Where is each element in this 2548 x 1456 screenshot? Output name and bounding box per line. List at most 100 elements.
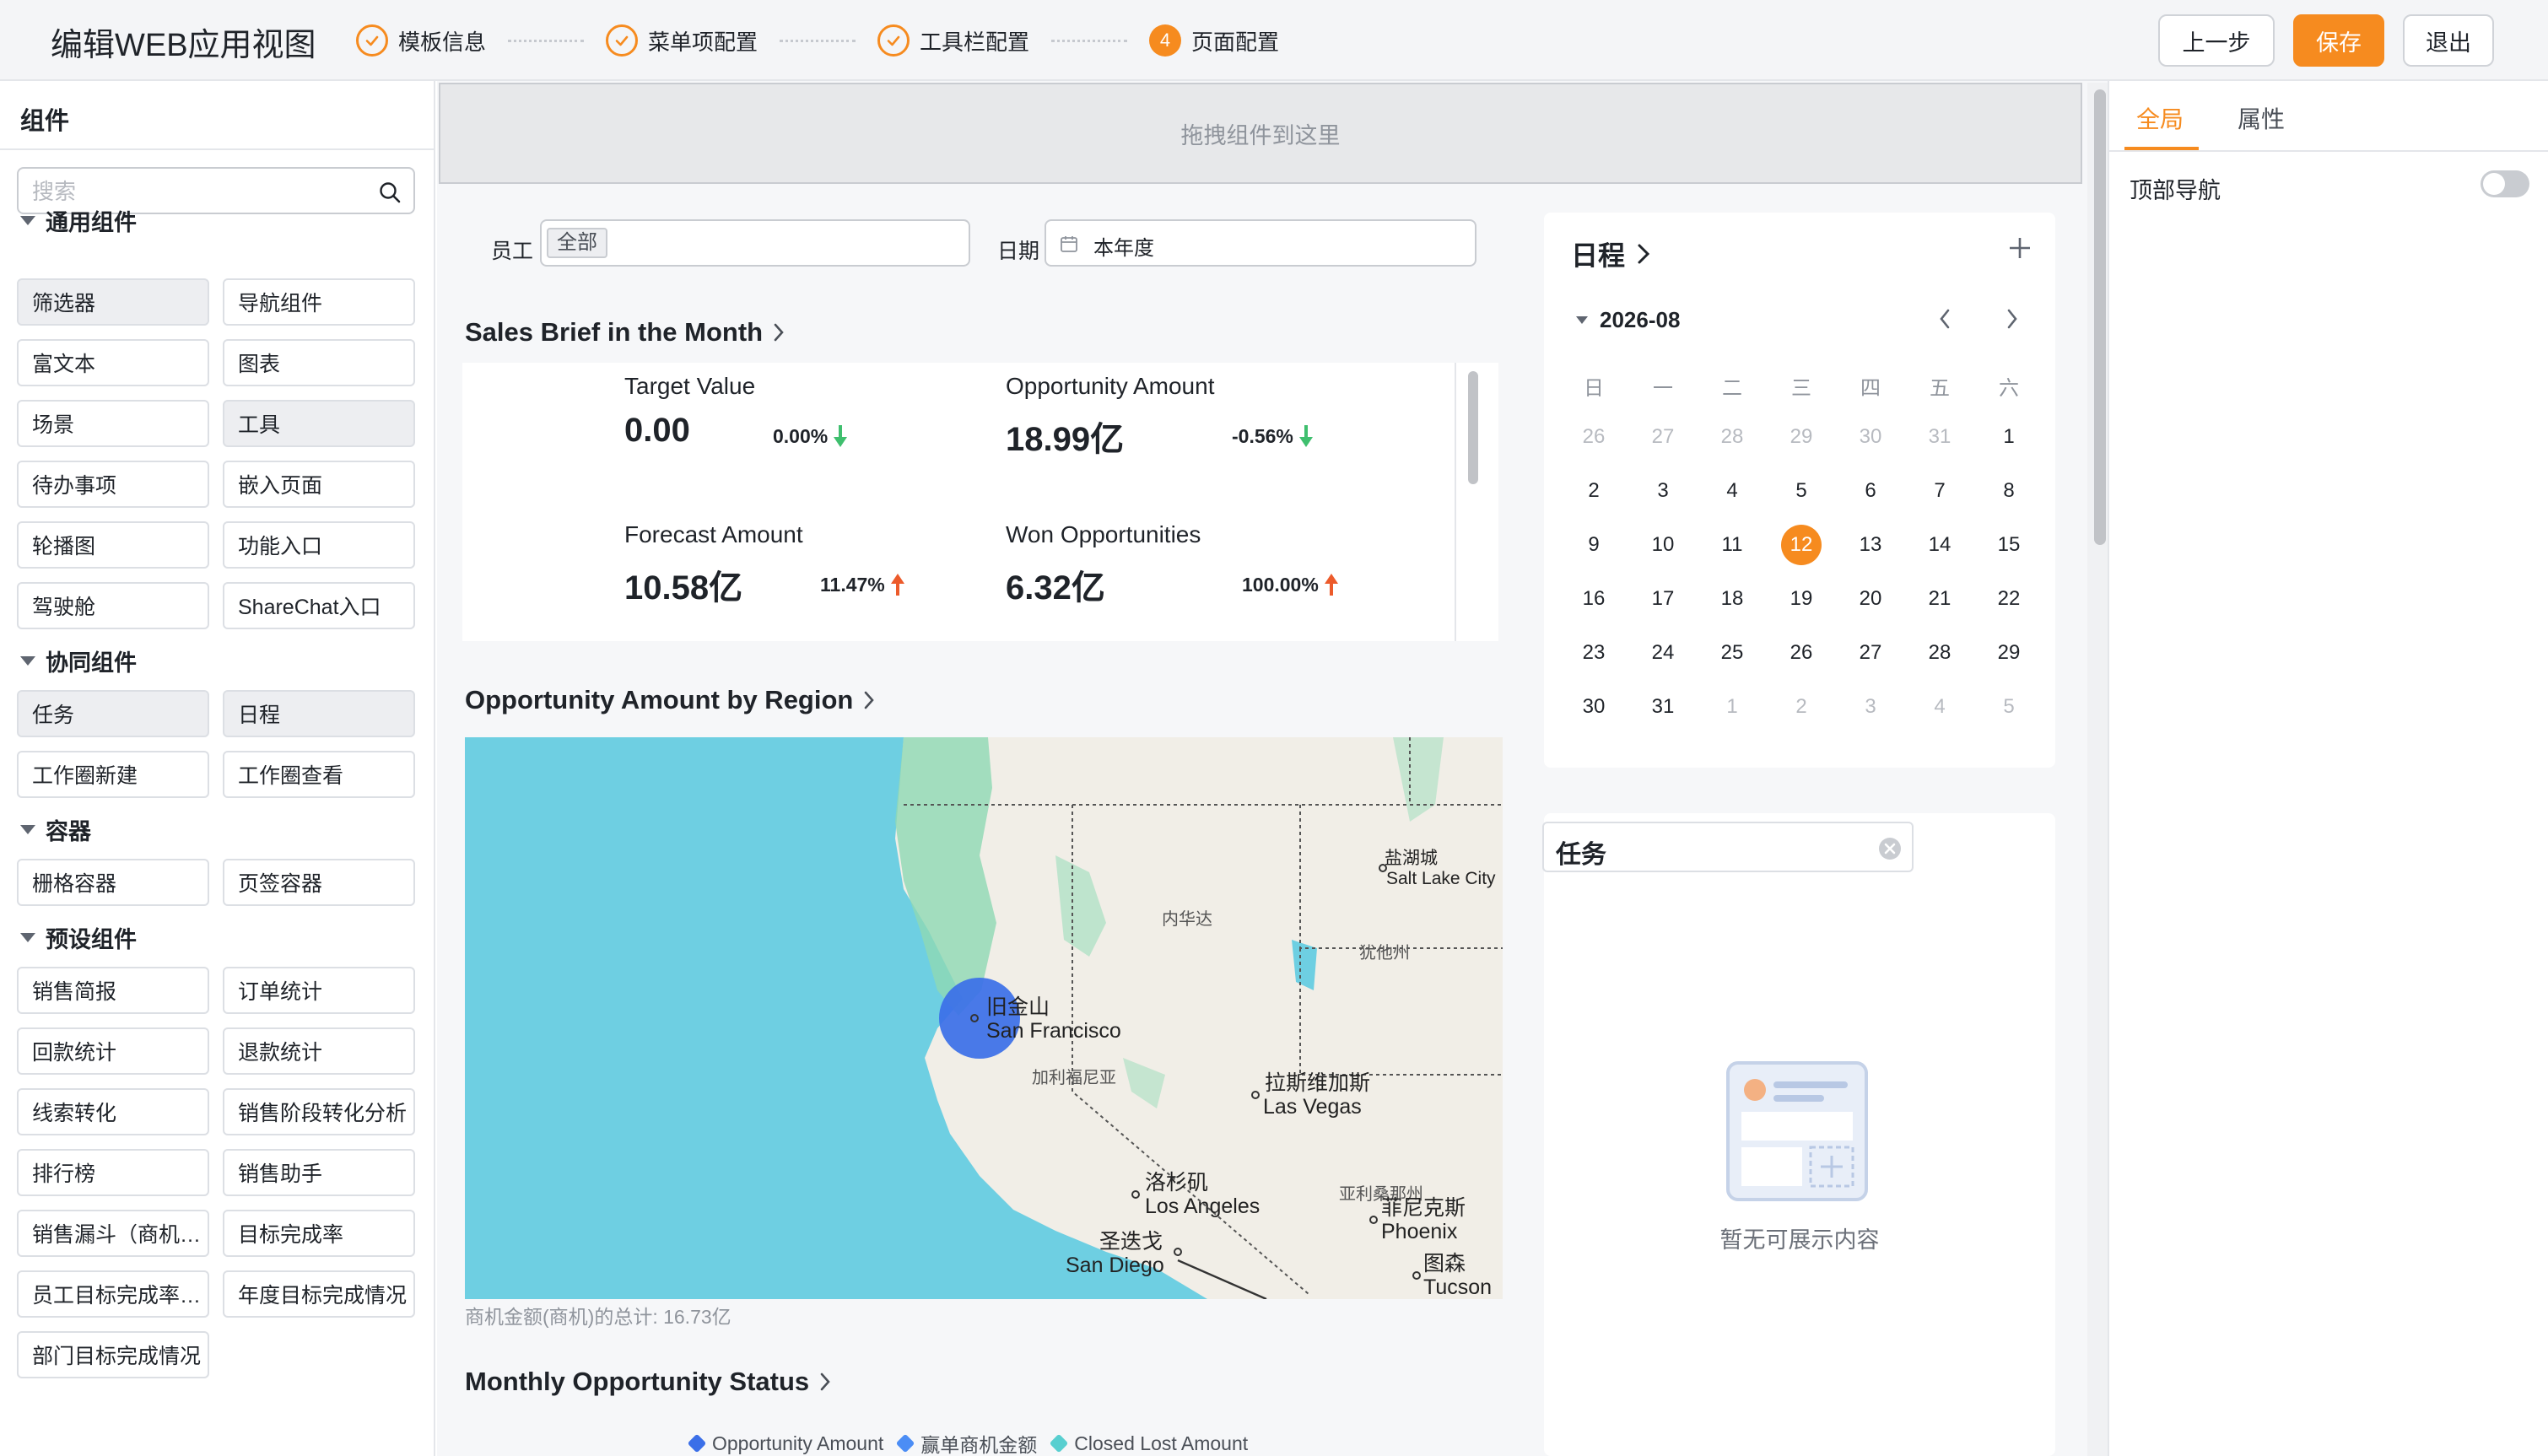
calendar-day[interactable]: 31 [1919, 417, 1960, 457]
component-filter[interactable]: 筛选器 [17, 278, 209, 326]
save-button[interactable]: 保存 [2293, 14, 2384, 67]
component-task[interactable]: 任务 [17, 690, 209, 737]
component-leaderboard[interactable]: 排行榜 [17, 1149, 209, 1196]
component-sales-assistant[interactable]: 销售助手 [223, 1149, 415, 1196]
component-tab-container[interactable]: 页签容器 [223, 859, 415, 906]
component-schedule[interactable]: 日程 [223, 690, 415, 737]
calendar-day[interactable]: 9 [1574, 525, 1614, 565]
calendar-title[interactable]: 日程 [1571, 235, 1650, 273]
component-dept-goal[interactable]: 部门目标完成情况 [17, 1331, 209, 1378]
step-page-config[interactable]: 4 页面配置 [1149, 24, 1279, 57]
chevron-left-icon[interactable] [1935, 305, 1954, 332]
chevron-right-icon[interactable] [2003, 305, 2022, 332]
monthly-status-title[interactable]: Monthly Opportunity Status [465, 1367, 831, 1397]
calendar-day[interactable]: 12 [1781, 525, 1822, 565]
exit-button[interactable]: 退出 [2403, 14, 2494, 67]
calendar-day[interactable]: 1 [1712, 687, 1752, 727]
calendar-day[interactable]: 2 [1574, 471, 1614, 511]
component-carousel[interactable]: 轮播图 [17, 521, 209, 569]
calendar-day[interactable]: 15 [1989, 525, 2029, 565]
component-cockpit[interactable]: 驾驶舱 [17, 582, 209, 629]
component-goal-rate[interactable]: 目标完成率 [223, 1210, 415, 1257]
calendar-day[interactable]: 25 [1712, 633, 1752, 673]
calendar-day[interactable]: 5 [1989, 687, 2029, 727]
legend-item[interactable]: Opportunity Amount [687, 1432, 883, 1455]
calendar-day[interactable]: 26 [1781, 633, 1822, 673]
calendar-day[interactable]: 30 [1850, 417, 1891, 457]
tab-attributes[interactable]: 属性 [2238, 101, 2285, 135]
step-toolbar-config[interactable]: 工具栏配置 [877, 24, 1029, 57]
component-embed-page[interactable]: 嵌入页面 [223, 461, 415, 508]
region-map[interactable]: 盐湖城 Salt Lake City 内华达 犹他州 旧金山 San Franc… [465, 737, 1503, 1299]
drop-zone[interactable]: 拖拽组件到这里 [439, 83, 2082, 184]
kpi-scrollbar[interactable] [1468, 371, 1480, 641]
calendar-day[interactable]: 27 [1850, 633, 1891, 673]
calendar-day[interactable]: 24 [1643, 633, 1683, 673]
calendar-day[interactable]: 23 [1574, 633, 1614, 673]
component-order-stats[interactable]: 订单统计 [223, 967, 415, 1014]
component-scene[interactable]: 场景 [17, 400, 209, 447]
calendar-day[interactable]: 28 [1919, 633, 1960, 673]
component-sales-brief[interactable]: 销售简报 [17, 967, 209, 1014]
top-nav-toggle[interactable] [2481, 170, 2529, 197]
component-employee-goal[interactable]: 员工目标完成率… [17, 1270, 209, 1318]
close-circle-icon[interactable] [1878, 837, 1902, 860]
calendar-day[interactable]: 28 [1712, 417, 1752, 457]
group-collaboration[interactable]: 协同组件 [20, 644, 137, 677]
group-preset[interactable]: 预设组件 [20, 921, 137, 954]
calendar-day[interactable]: 11 [1712, 525, 1752, 565]
calendar-day[interactable]: 1 [1989, 417, 2029, 457]
step-template-info[interactable]: 模板信息 [356, 24, 486, 57]
calendar-day[interactable]: 18 [1712, 579, 1752, 619]
calendar-day[interactable]: 4 [1712, 471, 1752, 511]
tab-global[interactable]: 全局 [2136, 101, 2184, 135]
prev-step-button[interactable]: 上一步 [2158, 14, 2275, 67]
calendar-day[interactable]: 29 [1781, 417, 1822, 457]
sales-brief-title[interactable]: Sales Brief in the Month [465, 317, 785, 348]
region-map-title[interactable]: Opportunity Amount by Region [465, 685, 875, 715]
component-entry[interactable]: 功能入口 [223, 521, 415, 569]
employee-select[interactable]: 全部 [540, 219, 970, 267]
calendar-day[interactable]: 17 [1643, 579, 1683, 619]
calendar-day[interactable]: 26 [1574, 417, 1614, 457]
calendar-day[interactable]: 7 [1919, 471, 1960, 511]
component-navigation[interactable]: 导航组件 [223, 278, 415, 326]
add-icon[interactable] [2008, 236, 2032, 260]
calendar-day[interactable]: 27 [1643, 417, 1683, 457]
calendar-day[interactable]: 5 [1781, 471, 1822, 511]
component-todo[interactable]: 待办事项 [17, 461, 209, 508]
calendar-day[interactable]: 3 [1643, 471, 1683, 511]
calendar-day[interactable]: 29 [1989, 633, 2029, 673]
component-annual-goal[interactable]: 年度目标完成情况 [223, 1270, 415, 1318]
scroll-thumb[interactable] [2094, 89, 2106, 545]
search-input[interactable] [32, 177, 370, 206]
legend-item[interactable]: 赢单商机金额 [895, 1429, 1037, 1456]
component-feed-view[interactable]: 工作圈查看 [223, 751, 415, 798]
calendar-day[interactable]: 6 [1850, 471, 1891, 511]
component-refund-stats[interactable]: 退款统计 [223, 1027, 415, 1075]
calendar-day[interactable]: 16 [1574, 579, 1614, 619]
legend-item[interactable]: Closed Lost Amount [1049, 1432, 1248, 1455]
calendar-day[interactable]: 13 [1850, 525, 1891, 565]
component-lead-conversion[interactable]: 线索转化 [17, 1088, 209, 1135]
calendar-day[interactable]: 31 [1643, 687, 1683, 727]
task-header[interactable]: 任务 [1542, 822, 1914, 872]
component-grid-container[interactable]: 栅格容器 [17, 859, 209, 906]
group-general[interactable]: 通用组件 [20, 204, 137, 237]
month-selector[interactable]: 2026-08 [1576, 307, 1680, 333]
calendar-day[interactable]: 19 [1781, 579, 1822, 619]
calendar-day[interactable]: 14 [1919, 525, 1960, 565]
calendar-day[interactable]: 8 [1989, 471, 2029, 511]
component-tools[interactable]: 工具 [223, 400, 415, 447]
search-icon[interactable] [378, 181, 402, 204]
component-chart[interactable]: 图表 [223, 339, 415, 386]
component-rich-text[interactable]: 富文本 [17, 339, 209, 386]
calendar-day[interactable]: 3 [1850, 687, 1891, 727]
calendar-day[interactable]: 4 [1919, 687, 1960, 727]
scroll-thumb[interactable] [1468, 371, 1478, 484]
step-menu-config[interactable]: 菜单项配置 [606, 24, 758, 57]
component-payment-stats[interactable]: 回款统计 [17, 1027, 209, 1075]
calendar-day[interactable]: 20 [1850, 579, 1891, 619]
calendar-day[interactable]: 22 [1989, 579, 2029, 619]
calendar-day[interactable]: 10 [1643, 525, 1683, 565]
